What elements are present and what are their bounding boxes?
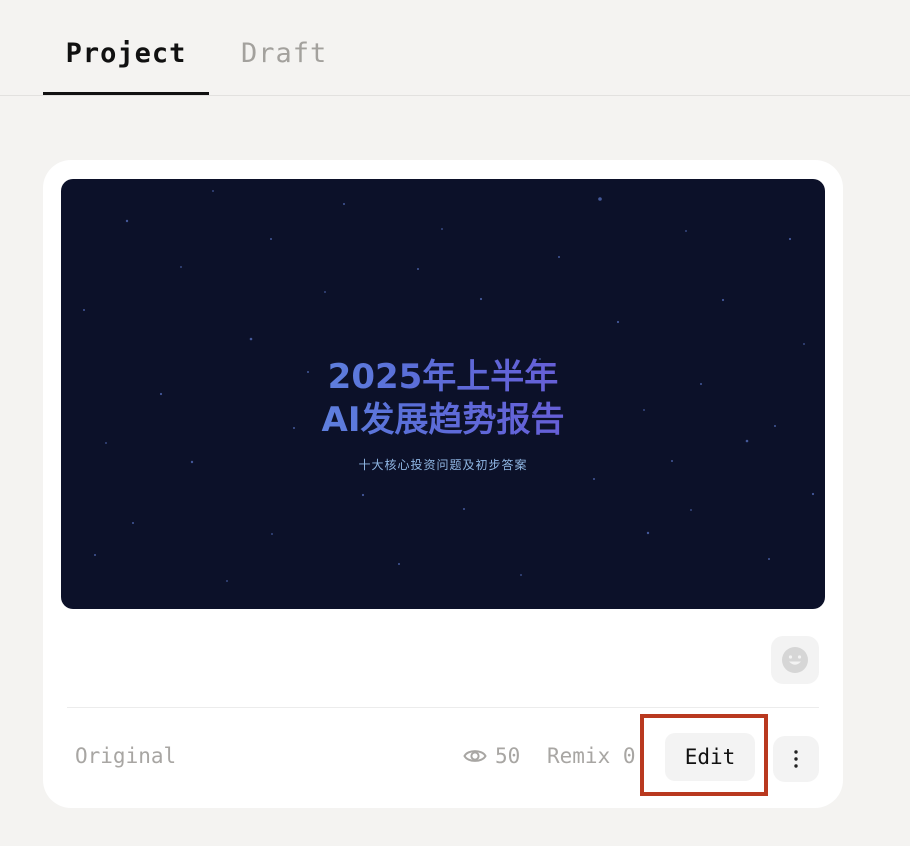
more-options-button[interactable] xyxy=(773,736,819,782)
project-thumbnail[interactable]: 2025年上半年 AI发展趋势报告 十大核心投资问题及初步答案 xyxy=(61,179,825,609)
tab-draft[interactable]: Draft xyxy=(241,38,327,69)
active-tab-indicator xyxy=(43,92,209,95)
vertical-dots-icon xyxy=(794,750,798,768)
remix-count: Remix 0 xyxy=(547,744,636,768)
thumbnail-subtitle: 十大核心投资问题及初步答案 xyxy=(358,458,528,472)
view-count-value: 50 xyxy=(495,744,521,768)
project-card: 2025年上半年 AI发展趋势报告 十大核心投资问题及初步答案 Original… xyxy=(43,160,843,808)
smiley-icon xyxy=(782,647,808,673)
edit-button[interactable]: Edit xyxy=(665,733,755,781)
card-divider xyxy=(67,707,819,708)
eye-icon xyxy=(463,750,487,762)
thumbnail-title-line2: AI发展趋势报告 xyxy=(61,400,825,440)
original-label: Original xyxy=(75,744,177,768)
reaction-button[interactable] xyxy=(771,636,819,684)
view-count: 50 xyxy=(463,744,520,768)
thumbnail-title-line1: 2025年上半年 xyxy=(61,357,825,397)
tab-bar: Project Draft xyxy=(0,0,910,96)
tab-project[interactable]: Project xyxy=(43,38,209,69)
